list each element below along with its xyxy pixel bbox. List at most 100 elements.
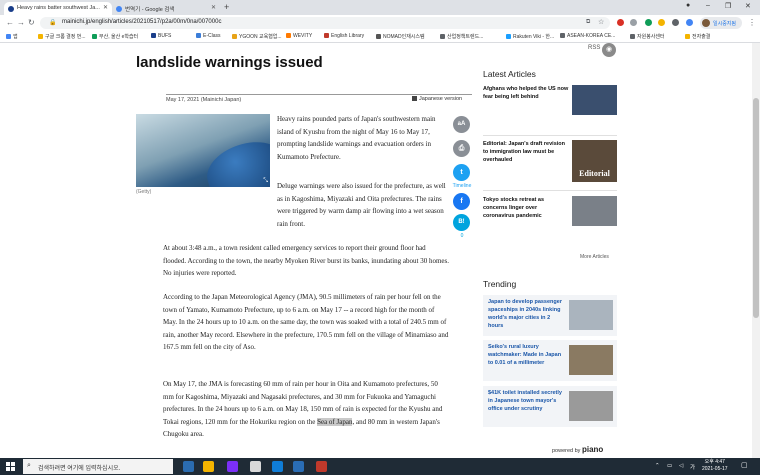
forward-icon[interactable]: → xyxy=(17,18,25,27)
trending-thumbnail[interactable] xyxy=(569,300,613,330)
tab-title: 번역기 - Google 검색 xyxy=(125,7,175,13)
taskbar-app-icon[interactable] xyxy=(316,461,327,472)
drive-icon[interactable] xyxy=(645,19,652,26)
trending-item[interactable]: Seiko's rural luxury watchmaker: Made in… xyxy=(483,340,617,381)
back-icon[interactable]: ← xyxy=(6,18,14,27)
close-window-icon[interactable]: ✕ xyxy=(745,2,751,10)
latest-article-thumbnail[interactable]: Editorial xyxy=(572,140,617,182)
trending-title: Seiko's rural luxury watchmaker: Made in… xyxy=(488,344,562,366)
translate-icon[interactable]: ⧉ xyxy=(586,19,590,26)
windows-start-icon[interactable] xyxy=(6,462,15,471)
extension-icon[interactable] xyxy=(658,19,665,26)
japanese-version-link[interactable]: Japanese version xyxy=(412,96,462,102)
notification-icon[interactable]: ▢ xyxy=(741,461,748,469)
tray-chevron-icon[interactable]: ⌃ xyxy=(655,463,660,469)
article-headline: landslide warnings issued xyxy=(136,54,323,71)
bookmark-item[interactable]: 산업정책트렌드... xyxy=(440,33,483,40)
photo-credit: (Getty) xyxy=(136,189,152,195)
extension-icon[interactable] xyxy=(630,19,637,26)
latest-article-item[interactable]: Afghans who helped the US now fear being… xyxy=(483,85,617,129)
bookmark-item[interactable]: ASEAN-KOREA CE... xyxy=(560,33,615,39)
article-photo[interactable]: ⤡ xyxy=(136,114,270,187)
bookmark-favicon-icon xyxy=(6,34,11,39)
divider xyxy=(483,190,617,191)
highlighted-text: Sea of Japan xyxy=(317,417,353,426)
taskbar-search-input[interactable]: ⌕ 검색하려면 여기에 입력하십시오. xyxy=(23,459,173,474)
bookmark-item[interactable]: 자원봉사센터 xyxy=(630,33,665,40)
menu-kebab-icon[interactable]: ⋮ xyxy=(748,18,756,27)
trending-thumbnail[interactable] xyxy=(569,345,613,375)
url-text: mainichi.jp/english/articles/20210517/p2… xyxy=(62,19,222,25)
bookmark-item[interactable]: WEVITY xyxy=(286,33,312,39)
print-icon[interactable]: ⎙ xyxy=(453,140,470,157)
editorial-overlay-text: Editorial xyxy=(579,169,610,178)
hatena-bookmark-button[interactable]: B! xyxy=(453,214,470,231)
powered-by-label: powered by xyxy=(552,448,581,454)
tab-mainichi[interactable]: Heavy rains batter southwest Ja... ✕ xyxy=(4,2,112,15)
tab-google[interactable]: 번역기 - Google 검색 ✕ xyxy=(112,2,220,15)
latest-article-thumbnail[interactable] xyxy=(572,85,617,115)
facebook-icon[interactable]: f xyxy=(453,193,470,210)
bookmark-star-icon[interactable]: ☆ xyxy=(598,18,604,26)
latest-article-item[interactable]: Editorial: Japan's draft revision to imm… xyxy=(483,140,617,184)
rss-icon[interactable]: ◉ xyxy=(602,43,616,57)
volume-icon[interactable]: ◁ xyxy=(679,463,683,469)
document-icon xyxy=(412,96,417,101)
trending-item[interactable]: Japan to develop passenger spaceships in… xyxy=(483,295,617,336)
font-size-button[interactable]: aA xyxy=(453,116,470,133)
scrollbar[interactable] xyxy=(752,43,760,458)
address-bar[interactable]: 🔒 mainichi.jp/english/articles/20210517/… xyxy=(40,17,610,29)
more-articles-link[interactable]: More Articles xyxy=(580,254,609,260)
bookmark-label: 자원봉사센터 xyxy=(637,34,665,40)
paragraph-4: According to the Japan Meteorological Ag… xyxy=(163,293,449,352)
latest-article-thumbnail[interactable] xyxy=(572,196,617,226)
paragraph-1: Heavy rains pounded parts of Japan's sou… xyxy=(277,115,436,161)
profile-circle-icon[interactable]: ● xyxy=(686,2,690,9)
bookmark-item[interactable]: 부산, 울산 e학습터 xyxy=(92,33,138,40)
extension-icon[interactable] xyxy=(686,19,693,26)
taskbar-app-icon[interactable] xyxy=(250,461,261,472)
bookmark-item[interactable]: BUFS xyxy=(151,33,171,39)
network-icon[interactable]: ▭ xyxy=(667,463,672,469)
bookmark-item[interactable]: NOMAD인재시스템 xyxy=(376,33,425,40)
bookmark-item[interactable]: 구글 크롬 결정 번... xyxy=(38,33,86,40)
extension-icon[interactable] xyxy=(617,19,624,26)
rss-label[interactable]: RSS xyxy=(588,45,600,51)
close-tab-icon[interactable]: ✕ xyxy=(211,4,216,11)
bookmark-item[interactable]: Rakuten Viki - 한... xyxy=(506,33,554,40)
taskbar-app-icon[interactable] xyxy=(293,461,304,472)
trending-thumbnail[interactable] xyxy=(569,391,613,421)
date-text: May 17, 2021 (Mainichi Japan) xyxy=(166,97,242,103)
mainichi-favicon-icon xyxy=(8,6,14,12)
twitter-icon[interactable]: t xyxy=(453,164,470,181)
minimize-icon[interactable]: – xyxy=(706,2,710,9)
bookmark-favicon-icon xyxy=(376,34,381,39)
taskbar-app-icon[interactable] xyxy=(203,461,214,472)
ime-icon[interactable]: 가 xyxy=(690,463,695,471)
tab-title: Heavy rains batter southwest Ja... xyxy=(17,5,100,11)
bookmark-label: NOMAD인재시스템 xyxy=(383,34,425,40)
bookmark-item[interactable]: YGOON 교육협업... xyxy=(232,33,282,40)
latest-article-title: Afghans who helped the US now fear being… xyxy=(483,86,569,100)
latest-article-item[interactable]: Tokyo stocks retreat as concerns linger … xyxy=(483,196,617,240)
trending-item[interactable]: $41K toilet installed secretly in Japane… xyxy=(483,386,617,427)
new-tab-button[interactable]: + xyxy=(224,2,229,12)
profile-button[interactable]: 일시중지됨 xyxy=(700,17,742,29)
scrollbar-thumb[interactable] xyxy=(753,98,759,318)
bookmark-item[interactable]: English Library xyxy=(324,33,364,39)
taskbar-app-icon[interactable] xyxy=(227,461,238,472)
powered-by: powered by piano xyxy=(552,445,603,454)
extensions-puzzle-icon[interactable] xyxy=(672,19,679,26)
taskbar-app-icon[interactable] xyxy=(183,461,194,472)
close-tab-icon[interactable]: ✕ xyxy=(103,4,108,11)
hatena-count: 0 xyxy=(460,233,464,239)
expand-photo-icon[interactable]: ⤡ xyxy=(263,178,268,185)
maximize-icon[interactable]: ❐ xyxy=(725,2,731,10)
clock[interactable]: 오후 4:47 2021-05-17 xyxy=(702,459,728,473)
trending-title: $41K toilet installed secretly in Japane… xyxy=(488,390,562,412)
bookmark-item[interactable]: E-Class xyxy=(196,33,221,39)
bookmark-item[interactable]: 앱 xyxy=(6,33,18,40)
reload-icon[interactable]: ↻ xyxy=(28,18,35,27)
taskbar-app-icon[interactable] xyxy=(272,461,283,472)
bookmark-item[interactable]: 전자출결 xyxy=(685,33,710,40)
